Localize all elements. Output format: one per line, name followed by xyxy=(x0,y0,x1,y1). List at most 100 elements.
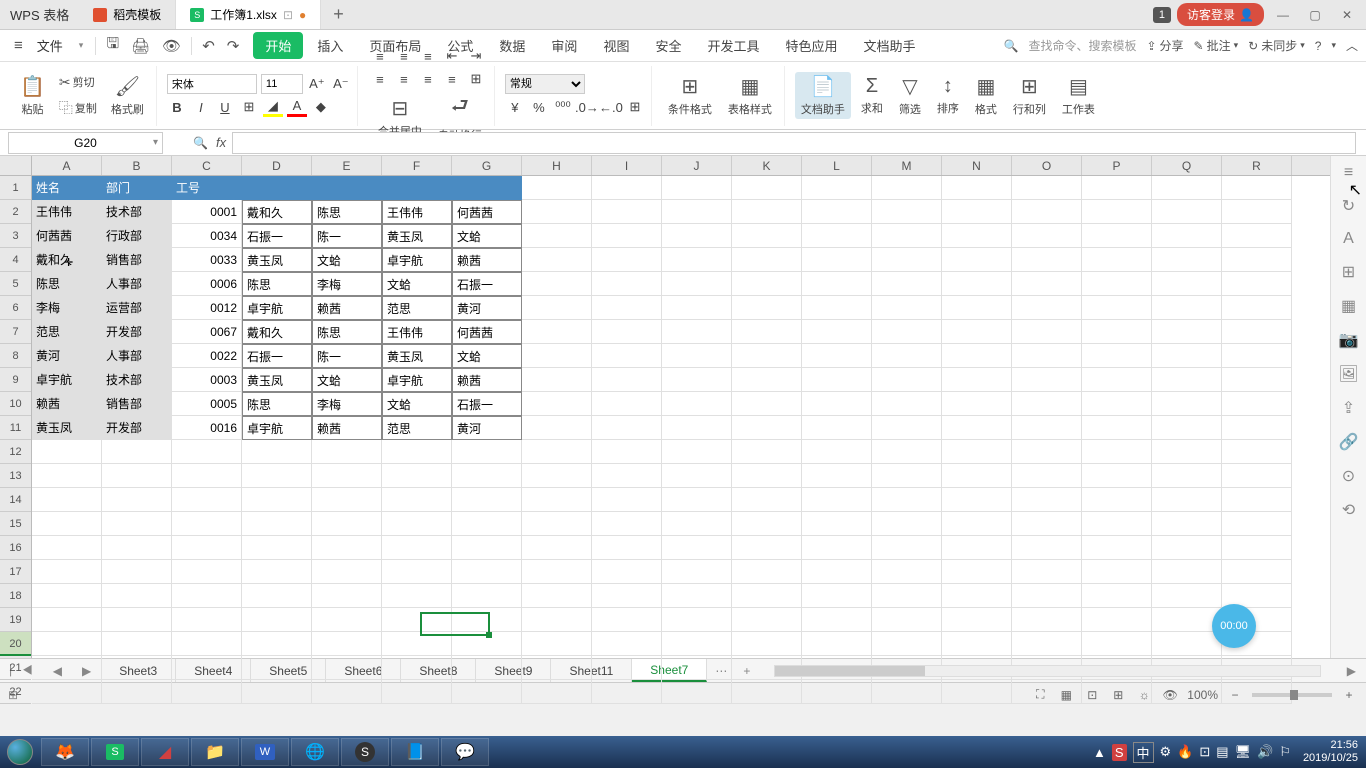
cell-M7[interactable] xyxy=(872,320,942,344)
cell-F22[interactable] xyxy=(382,680,452,704)
cell-G10[interactable]: 石振一 xyxy=(452,392,522,416)
cell-J11[interactable] xyxy=(662,416,732,440)
decrease-indent-button[interactable]: ⇤ xyxy=(442,46,462,66)
cell-K20[interactable] xyxy=(732,632,802,656)
row-header-22[interactable]: 22 xyxy=(0,680,31,704)
cell-D22[interactable] xyxy=(242,680,312,704)
column-header-C[interactable]: C xyxy=(172,156,242,175)
cell-L5[interactable] xyxy=(802,272,872,296)
cell-J15[interactable] xyxy=(662,512,732,536)
cell-M20[interactable] xyxy=(872,632,942,656)
cell-H3[interactable] xyxy=(522,224,592,248)
select-all-corner[interactable] xyxy=(0,156,32,176)
row-header-17[interactable]: 17 xyxy=(0,560,31,584)
sum-button[interactable]: Σ求和 xyxy=(855,73,889,118)
cell-B9[interactable]: 技术部 xyxy=(102,368,172,392)
help-dropdown[interactable]: ▾ xyxy=(1331,40,1336,51)
cell-Q9[interactable] xyxy=(1152,368,1222,392)
cell-K17[interactable] xyxy=(732,560,802,584)
cell-O7[interactable] xyxy=(1012,320,1082,344)
tray-icon[interactable]: 🔥 xyxy=(1177,744,1193,760)
cell-I20[interactable] xyxy=(592,632,662,656)
cell-J10[interactable] xyxy=(662,392,732,416)
cell-R1[interactable] xyxy=(1222,176,1292,200)
cell-F3[interactable]: 黄玉凤 xyxy=(382,224,452,248)
cell-L16[interactable] xyxy=(802,536,872,560)
cell-Q8[interactable] xyxy=(1152,344,1222,368)
cell-C11[interactable]: 0016 xyxy=(172,416,242,440)
cell-M17[interactable] xyxy=(872,560,942,584)
cell-K22[interactable] xyxy=(732,680,802,704)
cell-G7[interactable]: 何茜茜 xyxy=(452,320,522,344)
cell-N20[interactable] xyxy=(942,632,1012,656)
cell-P5[interactable] xyxy=(1082,272,1152,296)
cell-Q17[interactable] xyxy=(1152,560,1222,584)
align-left-button[interactable]: ≡ xyxy=(370,69,390,89)
cell-K10[interactable] xyxy=(732,392,802,416)
cell-J12[interactable] xyxy=(662,440,732,464)
column-header-P[interactable]: P xyxy=(1082,156,1152,175)
cell-A5[interactable]: 陈思 xyxy=(32,272,102,296)
cell-B13[interactable] xyxy=(102,464,172,488)
cell-N7[interactable] xyxy=(942,320,1012,344)
cell-A17[interactable] xyxy=(32,560,102,584)
tab-workbook[interactable]: S 工作簿1.xlsx ⊡ ● xyxy=(176,0,321,29)
cell-O16[interactable] xyxy=(1012,536,1082,560)
cell-D21[interactable] xyxy=(242,656,312,680)
cell-G16[interactable] xyxy=(452,536,522,560)
cell-F6[interactable]: 范思 xyxy=(382,296,452,320)
format-button[interactable]: ▦格式 xyxy=(969,72,1003,119)
cell-L22[interactable] xyxy=(802,680,872,704)
sync-link[interactable]: ↻未同步▾ xyxy=(1248,37,1305,54)
side-backup-icon[interactable]: ⊙ xyxy=(1342,466,1355,486)
cell-M12[interactable] xyxy=(872,440,942,464)
cell-I11[interactable] xyxy=(592,416,662,440)
cell-H4[interactable] xyxy=(522,248,592,272)
cell-P18[interactable] xyxy=(1082,584,1152,608)
cell-H18[interactable] xyxy=(522,584,592,608)
cell-D16[interactable] xyxy=(242,536,312,560)
name-box[interactable]: G20 ▾ xyxy=(8,132,163,154)
cell-H15[interactable] xyxy=(522,512,592,536)
cell-F17[interactable] xyxy=(382,560,452,584)
tray-flag-icon[interactable]: ⚐ xyxy=(1279,744,1291,760)
cell-L10[interactable] xyxy=(802,392,872,416)
cell-I12[interactable] xyxy=(592,440,662,464)
cell-C19[interactable] xyxy=(172,608,242,632)
cell-M19[interactable] xyxy=(872,608,942,632)
cell-L20[interactable] xyxy=(802,632,872,656)
ribbon-tab-数据[interactable]: 数据 xyxy=(487,32,537,59)
help-icon[interactable]: ? xyxy=(1315,39,1322,53)
column-header-F[interactable]: F xyxy=(382,156,452,175)
cell-P7[interactable] xyxy=(1082,320,1152,344)
cell-P11[interactable] xyxy=(1082,416,1152,440)
cell-H2[interactable] xyxy=(522,200,592,224)
cell-R3[interactable] xyxy=(1222,224,1292,248)
cell-L7[interactable] xyxy=(802,320,872,344)
cell-K12[interactable] xyxy=(732,440,802,464)
taskbar-wechat[interactable]: 💬 xyxy=(441,738,489,766)
cell-C17[interactable] xyxy=(172,560,242,584)
preview-icon[interactable]: 👁 xyxy=(156,37,187,55)
cell-Q11[interactable] xyxy=(1152,416,1222,440)
cell-E20[interactable] xyxy=(312,632,382,656)
highlight-button[interactable]: ◆ xyxy=(311,97,331,117)
cell-F21[interactable] xyxy=(382,656,452,680)
cell-H1[interactable] xyxy=(522,176,592,200)
cell-N14[interactable] xyxy=(942,488,1012,512)
cell-J7[interactable] xyxy=(662,320,732,344)
cell-Q18[interactable] xyxy=(1152,584,1222,608)
cell-A2[interactable]: 王伟伟 xyxy=(32,200,102,224)
cell-E11[interactable]: 赖茜 xyxy=(312,416,382,440)
cell-D3[interactable]: 石振一 xyxy=(242,224,312,248)
justify-button[interactable]: ≡ xyxy=(442,69,462,89)
cell-H14[interactable] xyxy=(522,488,592,512)
cell-R11[interactable] xyxy=(1222,416,1292,440)
cell-G18[interactable] xyxy=(452,584,522,608)
cell-F8[interactable]: 黄玉凤 xyxy=(382,344,452,368)
cell-H19[interactable] xyxy=(522,608,592,632)
column-header-N[interactable]: N xyxy=(942,156,1012,175)
cell-I19[interactable] xyxy=(592,608,662,632)
cell-J5[interactable] xyxy=(662,272,732,296)
cell-O18[interactable] xyxy=(1012,584,1082,608)
